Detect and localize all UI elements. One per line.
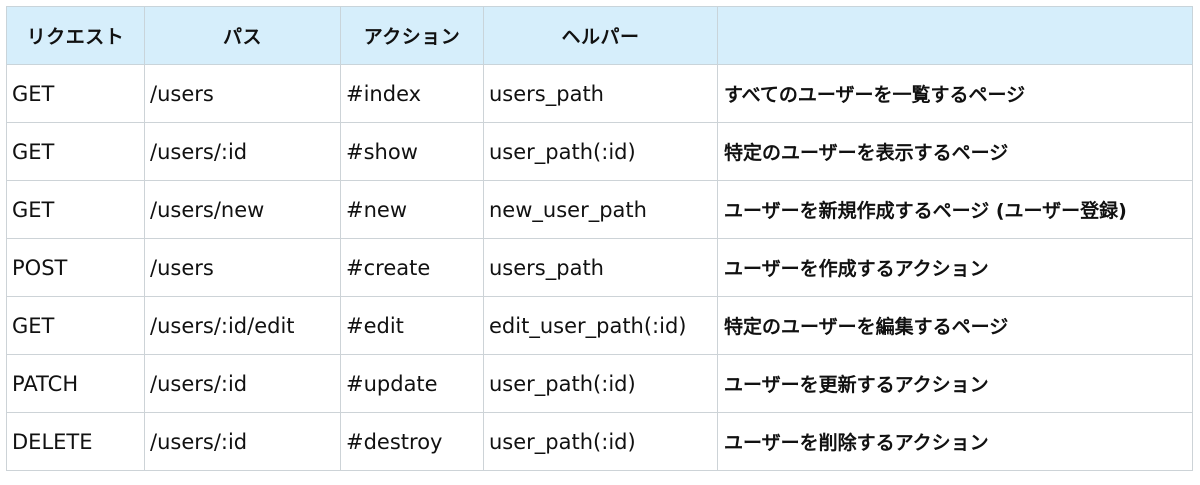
cell-path: /users/:id <box>144 122 341 181</box>
cell-helper: users_path <box>483 238 718 297</box>
cell-request: POST <box>6 238 145 297</box>
table-row: GET /users/new #new new_user_path ユーザーを新… <box>6 180 1193 239</box>
table-row: PATCH /users/:id #update user_path(:id) … <box>6 354 1193 413</box>
cell-path: /users/:id/edit <box>144 296 341 355</box>
cell-helper: user_path(:id) <box>483 354 718 413</box>
cell-helper: user_path(:id) <box>483 122 718 181</box>
table-row: POST /users #create users_path ユーザーを作成する… <box>6 238 1193 297</box>
cell-action: #new <box>340 180 484 239</box>
cell-helper: edit_user_path(:id) <box>483 296 718 355</box>
cell-request: GET <box>6 64 145 123</box>
cell-path: /users/new <box>144 180 341 239</box>
cell-description: 特定のユーザーを編集するページ <box>717 296 1193 355</box>
table-header: リクエスト パス アクション ヘルパー <box>6 6 1193 65</box>
cell-request: GET <box>6 122 145 181</box>
cell-path: /users/:id <box>144 354 341 413</box>
routes-table: リクエスト パス アクション ヘルパー GET /users #index us… <box>6 6 1193 471</box>
table-row: GET /users/:id #show user_path(:id) 特定のユ… <box>6 122 1193 181</box>
cell-action: #index <box>340 64 484 123</box>
cell-description: 特定のユーザーを表示するページ <box>717 122 1193 181</box>
cell-path: /users <box>144 64 341 123</box>
header-helper: ヘルパー <box>483 6 718 65</box>
table-row: GET /users/:id/edit #edit edit_user_path… <box>6 296 1193 355</box>
cell-action: #show <box>340 122 484 181</box>
cell-helper: user_path(:id) <box>483 412 718 471</box>
header-request: リクエスト <box>6 6 145 65</box>
cell-request: DELETE <box>6 412 145 471</box>
table-row: GET /users #index users_path すべてのユーザーを一覧… <box>6 64 1193 123</box>
cell-path: /users <box>144 238 341 297</box>
header-path: パス <box>144 6 341 65</box>
cell-description: ユーザーを更新するアクション <box>717 354 1193 413</box>
table-row: DELETE /users/:id #destroy user_path(:id… <box>6 412 1193 471</box>
cell-description: すべてのユーザーを一覧するページ <box>717 64 1193 123</box>
cell-request: GET <box>6 180 145 239</box>
routes-table-container: リクエスト パス アクション ヘルパー GET /users #index us… <box>6 6 1193 478</box>
cell-description: ユーザーを作成するアクション <box>717 238 1193 297</box>
header-description <box>717 6 1193 65</box>
cell-request: GET <box>6 296 145 355</box>
table-body: GET /users #index users_path すべてのユーザーを一覧… <box>6 64 1193 471</box>
cell-action: #create <box>340 238 484 297</box>
header-row: リクエスト パス アクション ヘルパー <box>6 6 1193 65</box>
cell-description: ユーザーを削除するアクション <box>717 412 1193 471</box>
cell-request: PATCH <box>6 354 145 413</box>
cell-action: #destroy <box>340 412 484 471</box>
cell-action: #edit <box>340 296 484 355</box>
cell-path: /users/:id <box>144 412 341 471</box>
cell-helper: users_path <box>483 64 718 123</box>
cell-action: #update <box>340 354 484 413</box>
cell-helper: new_user_path <box>483 180 718 239</box>
cell-description: ユーザーを新規作成するページ (ユーザー登録) <box>717 180 1193 239</box>
header-action: アクション <box>340 6 484 65</box>
